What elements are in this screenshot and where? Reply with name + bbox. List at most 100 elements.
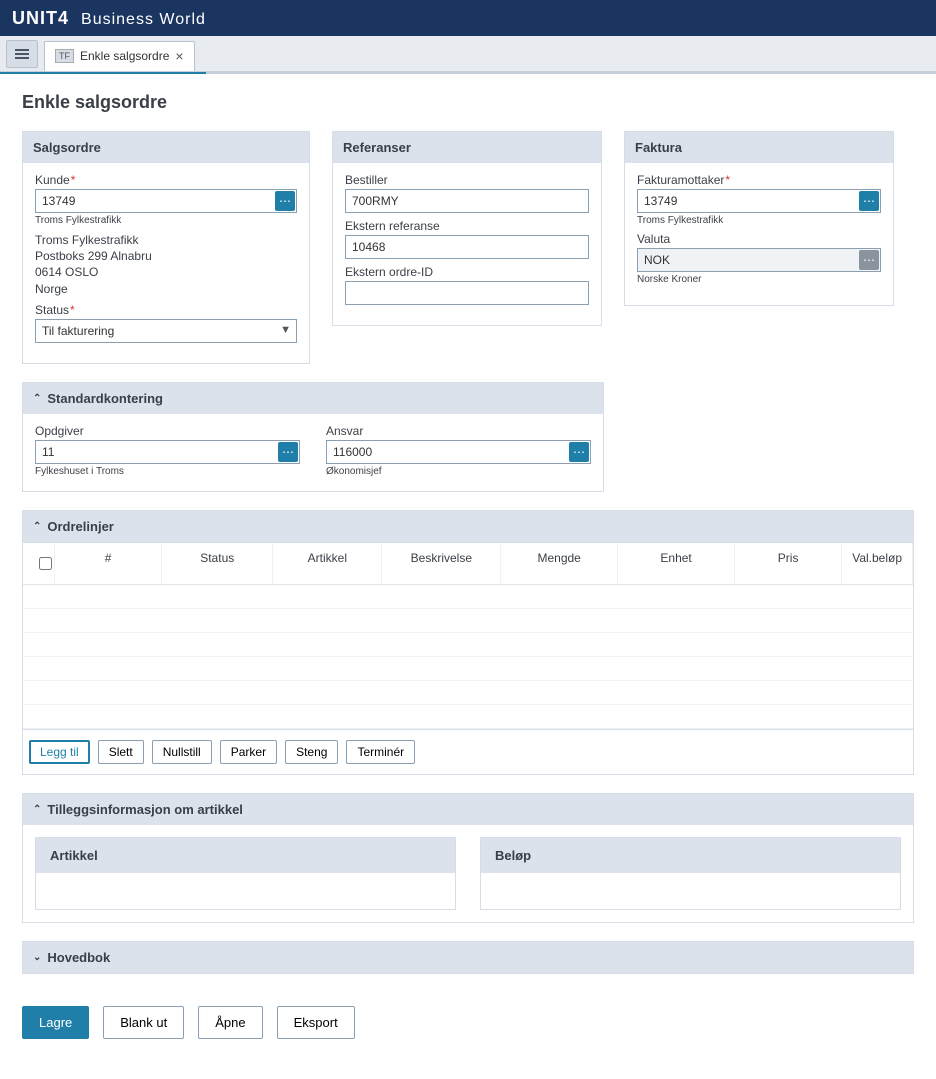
leggtil-button[interactable]: Legg til xyxy=(29,740,90,764)
tillegg-belop-header: Beløp xyxy=(481,838,900,873)
ansvar-help: Økonomisjef xyxy=(326,466,591,477)
tab-title: Enkle salgsordre xyxy=(80,49,169,63)
addr-line-3: 0614 OSLO xyxy=(35,264,297,280)
kunde-help: Troms Fylkestrafikk xyxy=(35,215,297,226)
card-referanser: Referanser Bestiller Ekstern referanse E… xyxy=(332,131,602,326)
ordrelinjer-actions: Legg til Slett Nullstill Parker Steng Te… xyxy=(23,729,913,774)
terminer-button[interactable]: Terminér xyxy=(346,740,415,764)
card-header-hovedbok[interactable]: ⌄ Hovedbok xyxy=(23,942,913,973)
kunde-lookup-icon[interactable]: ⋯ xyxy=(275,191,295,211)
ansvar-input[interactable] xyxy=(326,440,591,464)
card-hovedbok: ⌄ Hovedbok xyxy=(22,941,914,974)
opdgiver-label: Opdgiver xyxy=(35,424,300,438)
mottaker-help: Troms Fylkestrafikk xyxy=(637,215,881,226)
status-label: Status xyxy=(35,303,297,317)
col-pris[interactable]: Pris xyxy=(735,543,842,584)
card-standardkontering: ⌃ Standardkontering Opdgiver ⋯ Fylkeshus… xyxy=(22,382,604,492)
select-all-checkbox[interactable] xyxy=(39,557,52,570)
bestiller-input[interactable] xyxy=(345,189,589,213)
page-title: Enkle salgsordre xyxy=(22,92,914,113)
tab-enkle-salgsordre[interactable]: TF Enkle salgsordre × xyxy=(44,41,195,71)
card-ordrelinjer: ⌃ Ordrelinjer # Status Artikkel Beskrive… xyxy=(22,510,914,775)
table-row[interactable] xyxy=(23,585,913,609)
status-select[interactable] xyxy=(35,319,297,343)
kunde-input[interactable] xyxy=(35,189,297,213)
ansvar-label: Ansvar xyxy=(326,424,591,438)
addr-line-4: Norge xyxy=(35,281,297,297)
table-row[interactable] xyxy=(23,609,913,633)
logo-text-2: 4 xyxy=(58,8,69,28)
col-valbelop[interactable]: Val.beløp xyxy=(842,543,913,584)
table-row[interactable] xyxy=(23,705,913,729)
menu-icon xyxy=(15,49,29,59)
card-salgsordre: Salgsordre Kunde ⋯ Troms Fylkestrafikk T… xyxy=(22,131,310,364)
ekstref-label: Ekstern referanse xyxy=(345,219,589,233)
ordrelinjer-title: Ordrelinjer xyxy=(47,519,113,534)
ansvar-lookup-icon[interactable]: ⋯ xyxy=(569,442,589,462)
expand-icon: ⌄ xyxy=(33,952,41,963)
footer-actions: Lagre Blank ut Åpne Eksport xyxy=(0,992,936,1053)
table-header: # Status Artikkel Beskrivelse Mengde Enh… xyxy=(23,543,913,585)
logo-subtitle: Business World xyxy=(81,11,206,28)
valuta-input[interactable] xyxy=(637,248,881,272)
kunde-label: Kunde xyxy=(35,173,297,187)
menu-button[interactable] xyxy=(6,40,38,68)
card-header-faktura: Faktura xyxy=(625,132,893,163)
lagre-button[interactable]: Lagre xyxy=(22,1006,89,1039)
card-tillegg: ⌃ Tilleggsinformasjon om artikkel Artikk… xyxy=(22,793,914,923)
steng-button[interactable]: Steng xyxy=(285,740,338,764)
nullstill-button[interactable]: Nullstill xyxy=(152,740,212,764)
hovedbok-title: Hovedbok xyxy=(47,950,110,965)
tillegg-artikkel-header: Artikkel xyxy=(36,838,455,873)
col-num[interactable]: # xyxy=(55,543,162,584)
ordrelinjer-table: # Status Artikkel Beskrivelse Mengde Enh… xyxy=(23,542,913,729)
blankut-button[interactable]: Blank ut xyxy=(103,1006,184,1039)
logo-text-1: UNIT xyxy=(12,8,58,28)
table-row[interactable] xyxy=(23,681,913,705)
mottaker-lookup-icon[interactable]: ⋯ xyxy=(859,191,879,211)
eksport-button[interactable]: Eksport xyxy=(277,1006,355,1039)
opdgiver-help: Fylkeshuset i Troms xyxy=(35,466,300,477)
ekstord-input[interactable] xyxy=(345,281,589,305)
valuta-lookup-icon[interactable]: ⋯ xyxy=(859,250,879,270)
card-header-salgsordre: Salgsordre xyxy=(23,132,309,163)
card-faktura: Faktura Fakturamottaker ⋯ Troms Fylkestr… xyxy=(624,131,894,306)
col-enhet[interactable]: Enhet xyxy=(618,543,735,584)
valuta-label: Valuta xyxy=(637,232,881,246)
parker-button[interactable]: Parker xyxy=(220,740,277,764)
card-header-ordrelinjer[interactable]: ⌃ Ordrelinjer xyxy=(23,511,913,542)
tillegg-title: Tilleggsinformasjon om artikkel xyxy=(47,802,243,817)
opdgiver-lookup-icon[interactable]: ⋯ xyxy=(278,442,298,462)
stdkont-title: Standardkontering xyxy=(47,391,163,406)
close-icon[interactable]: × xyxy=(175,48,183,64)
page-content: Enkle salgsordre Salgsordre Kunde ⋯ Trom… xyxy=(0,74,936,992)
slett-button[interactable]: Slett xyxy=(98,740,144,764)
col-artikkel[interactable]: Artikkel xyxy=(273,543,382,584)
top-cards-row: Salgsordre Kunde ⋯ Troms Fylkestrafikk T… xyxy=(22,131,914,364)
apne-button[interactable]: Åpne xyxy=(198,1006,262,1039)
bestiller-label: Bestiller xyxy=(345,173,589,187)
card-header-referanser: Referanser xyxy=(333,132,601,163)
tab-badge: TF xyxy=(55,49,74,63)
top-bar: UNIT4 Business World xyxy=(0,0,936,36)
card-header-tillegg[interactable]: ⌃ Tilleggsinformasjon om artikkel xyxy=(23,794,913,825)
tillegg-belop-box: Beløp xyxy=(480,837,901,910)
mottaker-input[interactable] xyxy=(637,189,881,213)
col-status[interactable]: Status xyxy=(162,543,273,584)
ekstref-input[interactable] xyxy=(345,235,589,259)
app-logo: UNIT4 Business World xyxy=(12,8,206,29)
tab-bar: TF Enkle salgsordre × xyxy=(0,36,936,72)
collapse-icon: ⌃ xyxy=(33,393,41,404)
card-header-standardkontering[interactable]: ⌃ Standardkontering xyxy=(23,383,603,414)
tillegg-artikkel-box: Artikkel xyxy=(35,837,456,910)
ekstord-label: Ekstern ordre-ID xyxy=(345,265,589,279)
collapse-icon: ⌃ xyxy=(33,804,41,815)
opdgiver-input[interactable] xyxy=(35,440,300,464)
addr-line-1: Troms Fylkestrafikk xyxy=(35,232,297,248)
table-row[interactable] xyxy=(23,633,913,657)
mottaker-label: Fakturamottaker xyxy=(637,173,881,187)
col-beskrivelse[interactable]: Beskrivelse xyxy=(382,543,501,584)
collapse-icon: ⌃ xyxy=(33,521,41,532)
table-row[interactable] xyxy=(23,657,913,681)
col-mengde[interactable]: Mengde xyxy=(501,543,618,584)
